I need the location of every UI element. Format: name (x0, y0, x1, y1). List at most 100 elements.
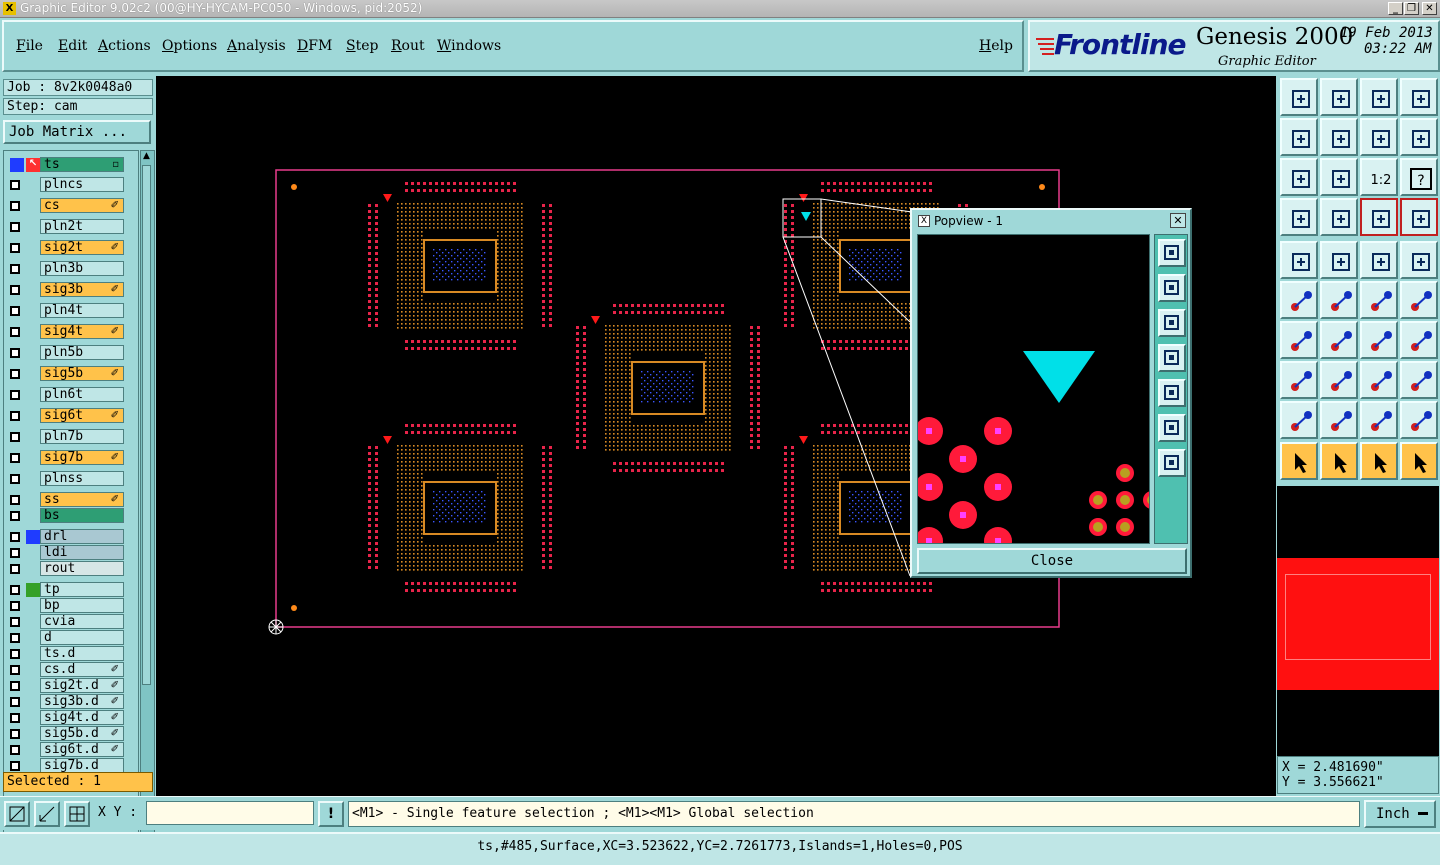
window-close-button[interactable]: ✕ (1422, 2, 1437, 15)
layer-checkbox[interactable] (10, 306, 20, 316)
layer-row-ts-d[interactable]: ts.d (4, 646, 138, 662)
layer-row-bp[interactable]: bp (4, 598, 138, 614)
tool-grid[interactable] (1320, 198, 1358, 236)
tool-pan-right[interactable] (1320, 118, 1358, 156)
layer-name[interactable]: sig3b ✐ (40, 282, 124, 297)
scroll-thumb[interactable] (142, 165, 151, 685)
layer-row-bs[interactable]: bs (4, 508, 138, 524)
layer-checkbox[interactable] (10, 474, 20, 484)
tool-dimension[interactable] (1360, 361, 1398, 399)
layer-name[interactable]: d (40, 630, 124, 645)
tool-add-pad[interactable] (1280, 241, 1318, 279)
menu-options[interactable]: Options (162, 38, 217, 54)
tool-bridge[interactable] (1360, 401, 1398, 439)
layer-name[interactable]: sig5b ✐ (40, 366, 124, 381)
layer-checkbox[interactable] (10, 327, 20, 337)
layer-name[interactable]: plncs (40, 177, 124, 192)
tool-triangle-measure[interactable] (1280, 401, 1318, 439)
tool-fit-all[interactable] (1280, 158, 1318, 196)
layer-checkbox[interactable] (10, 697, 20, 707)
layer-row-sig3b-d[interactable]: sig3b.d ✐ (4, 694, 138, 710)
menu-rout[interactable]: Rout (391, 38, 425, 54)
menu-file[interactable]: File (16, 38, 43, 54)
layer-row-sig4t[interactable]: sig4t ✐ (4, 324, 138, 340)
menu-dfm[interactable]: DFM (297, 38, 332, 54)
layer-row-pln5b[interactable]: pln5b (4, 345, 138, 361)
layer-name[interactable]: drl (40, 529, 124, 544)
layer-checkbox[interactable] (10, 411, 20, 421)
layer-list-scrollbar[interactable]: ▲ ▼ (140, 150, 155, 844)
menu-analysis[interactable]: Analysis (227, 38, 286, 54)
layer-name[interactable]: tp (40, 582, 124, 597)
layer-row-pln6t[interactable]: pln6t (4, 387, 138, 403)
tool-cross-arch[interactable] (1400, 401, 1438, 439)
tool-move-pad[interactable] (1280, 361, 1318, 399)
measure-button[interactable] (34, 801, 60, 827)
layer-name[interactable]: sig2t ✐ (40, 240, 124, 255)
layer-checkbox[interactable] (10, 532, 20, 542)
layer-row-ss[interactable]: ss ✐ (4, 492, 138, 508)
layer-checkbox[interactable] (10, 649, 20, 659)
layer-checkbox[interactable] (10, 180, 20, 190)
layer-row-sig5b-d[interactable]: sig5b.d ✐ (4, 726, 138, 742)
layer-checkbox[interactable] (10, 348, 20, 358)
layer-row-pln3b[interactable]: pln3b (4, 261, 138, 277)
layer-name[interactable]: pln3b (40, 261, 124, 276)
popview-close-x-button[interactable]: ✕ (1170, 213, 1186, 228)
tool-select-alt[interactable] (1360, 442, 1398, 480)
menu-edit[interactable]: Edit (58, 38, 87, 54)
layer-row-ts[interactable]: ↖ ts ▫ (4, 157, 138, 173)
tool-dotted-box[interactable] (1400, 241, 1438, 279)
layer-checkbox[interactable] (10, 453, 20, 463)
layer-name[interactable]: sig7b ✐ (40, 450, 124, 465)
layer-row-plncs[interactable]: plncs (4, 177, 138, 193)
layer-name[interactable]: ts ▫ (40, 157, 124, 172)
tool-rotate[interactable] (1360, 321, 1398, 359)
layer-checkbox[interactable] (10, 729, 20, 739)
tool-zoom-down[interactable] (1320, 78, 1358, 116)
maximize-button[interactable]: ❐ (1404, 2, 1419, 15)
layer-row-sig7b[interactable]: sig7b ✐ (4, 450, 138, 466)
layer-checkbox[interactable] (10, 201, 20, 211)
layer-checkbox[interactable] (10, 548, 20, 558)
layer-checkbox[interactable] (10, 601, 20, 611)
tool-connect-blue[interactable] (1400, 281, 1438, 319)
tool-layer-compare2[interactable] (1400, 198, 1438, 236)
layer-name[interactable]: cs ✐ (40, 198, 124, 213)
layer-name[interactable]: plnss (40, 471, 124, 486)
tool-add-shape[interactable] (1320, 241, 1358, 279)
tool-pan-left[interactable] (1280, 118, 1318, 156)
layer-checkbox[interactable] (10, 390, 20, 400)
layer-row-cs[interactable]: cs ✐ (4, 198, 138, 214)
tool-ratio[interactable]: 1:2 (1360, 158, 1398, 196)
layer-name[interactable]: sig4t.d ✐ (40, 710, 124, 725)
layer-checkbox[interactable] (10, 495, 20, 505)
tool-group[interactable] (1400, 361, 1438, 399)
tool-layer-compare[interactable] (1360, 198, 1398, 236)
layer-row-cs-d[interactable]: cs.d ✐ (4, 662, 138, 678)
layer-row-plnss[interactable]: plnss (4, 471, 138, 487)
tool-zoom-up[interactable] (1280, 78, 1318, 116)
layer-row-drl[interactable]: drl (4, 529, 138, 545)
tool-select-box[interactable] (1320, 442, 1358, 480)
job-matrix-button[interactable]: Job Matrix ... (3, 120, 151, 144)
popview-zoom-view[interactable] (917, 234, 1150, 544)
layer-checkbox[interactable] (10, 585, 20, 595)
tool-connect-red[interactable] (1360, 281, 1398, 319)
menu-actions[interactable]: Actions (98, 38, 151, 54)
scroll-up-icon[interactable]: ▲ (141, 151, 152, 163)
layer-row-cvia[interactable]: cvia (4, 614, 138, 630)
tool-split-view[interactable] (1400, 78, 1438, 116)
layer-checkbox[interactable] (10, 285, 20, 295)
layer-name[interactable]: sig5b.d ✐ (40, 726, 124, 741)
layer-row-sig2t[interactable]: sig2t ✐ (4, 240, 138, 256)
layer-name[interactable]: cs.d ✐ (40, 662, 124, 677)
layer-row-d[interactable]: d (4, 630, 138, 646)
layer-row-sig6t-d[interactable]: sig6t.d ✐ (4, 742, 138, 758)
grid-snap-button[interactable] (64, 801, 90, 827)
layer-row-sig6t[interactable]: sig6t ✐ (4, 408, 138, 424)
tool-arch[interactable] (1320, 401, 1358, 439)
popview-tool-page-right[interactable] (1158, 379, 1186, 407)
popview-tool-zoom-home[interactable] (1158, 414, 1186, 442)
layer-checkbox[interactable] (10, 665, 20, 675)
